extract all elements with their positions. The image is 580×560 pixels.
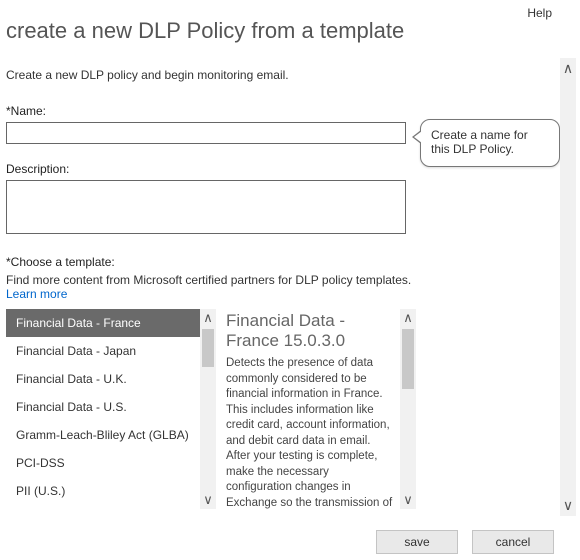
scroll-track[interactable] bbox=[560, 79, 576, 495]
cancel-button[interactable]: cancel bbox=[472, 530, 554, 554]
scroll-up-icon[interactable]: ∧ bbox=[563, 58, 573, 79]
template-item[interactable]: PII (U.S.) bbox=[6, 477, 200, 505]
template-detail-title: Financial Data - France 15.0.3.0 bbox=[226, 311, 396, 350]
scroll-down-icon[interactable]: ∨ bbox=[203, 491, 213, 509]
template-item[interactable]: PII Data - France bbox=[6, 505, 200, 509]
dialog-scrollbar[interactable]: ∧ ∨ bbox=[560, 58, 576, 516]
scroll-up-icon[interactable]: ∧ bbox=[403, 309, 413, 327]
template-list[interactable]: Financial Data - FranceFinancial Data - … bbox=[6, 309, 200, 509]
scroll-track[interactable] bbox=[400, 327, 416, 491]
scroll-up-icon[interactable]: ∧ bbox=[203, 309, 213, 327]
dialog-body: create a new DLP Policy from a template … bbox=[0, 0, 580, 509]
save-button[interactable]: save bbox=[376, 530, 458, 554]
help-link[interactable]: Help bbox=[527, 6, 552, 20]
name-callout: Create a name for this DLP Policy. bbox=[420, 119, 560, 167]
template-item[interactable]: Financial Data - France bbox=[6, 309, 200, 337]
scroll-track[interactable] bbox=[200, 327, 216, 491]
learn-more-link[interactable]: Learn more bbox=[6, 287, 67, 301]
template-detail-body: Detects the presence of data commonly co… bbox=[226, 356, 396, 509]
scroll-down-icon[interactable]: ∨ bbox=[563, 495, 573, 516]
template-list-scrollbar[interactable]: ∧ ∨ bbox=[200, 309, 216, 509]
scroll-down-icon[interactable]: ∨ bbox=[403, 491, 413, 509]
page-title: create a new DLP Policy from a template bbox=[6, 18, 574, 44]
template-item[interactable]: Financial Data - Japan bbox=[6, 337, 200, 365]
template-label: *Choose a template: bbox=[6, 255, 416, 269]
description-input[interactable] bbox=[6, 180, 406, 234]
name-label: *Name: bbox=[6, 104, 416, 118]
template-item[interactable]: PCI-DSS bbox=[6, 449, 200, 477]
scroll-thumb[interactable] bbox=[561, 79, 575, 495]
scroll-thumb[interactable] bbox=[402, 329, 414, 389]
template-detail-scrollbar[interactable]: ∧ ∨ bbox=[400, 309, 416, 509]
template-item[interactable]: Financial Data - U.S. bbox=[6, 393, 200, 421]
name-input[interactable] bbox=[6, 122, 406, 144]
scroll-thumb[interactable] bbox=[202, 329, 214, 367]
page-subtitle: Create a new DLP policy and begin monito… bbox=[6, 68, 574, 82]
template-item[interactable]: Gramm-Leach-Bliley Act (GLBA) bbox=[6, 421, 200, 449]
template-item[interactable]: Financial Data - U.K. bbox=[6, 365, 200, 393]
template-detail: Financial Data - France 15.0.3.0 Detects… bbox=[226, 309, 400, 509]
partners-text: Find more content from Microsoft certifi… bbox=[6, 273, 416, 287]
description-label: Description: bbox=[6, 162, 416, 176]
